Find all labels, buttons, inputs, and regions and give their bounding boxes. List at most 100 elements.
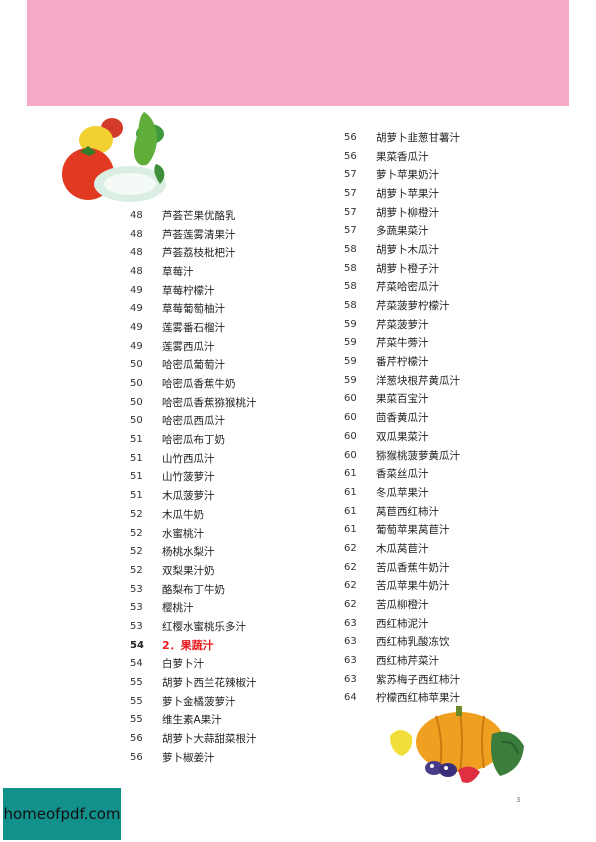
toc-entry: 57 萝卜苹果奶汁 <box>344 165 460 184</box>
toc-entry: 62 苦瓜柳橙汁 <box>344 595 460 614</box>
toc-title: 芦荟莲雾清果汁 <box>162 228 236 241</box>
toc-page-number: 54 <box>130 658 143 670</box>
toc-page-number: 61 <box>344 505 357 517</box>
toc-entry: 59 番芹柠檬汁 <box>344 352 460 371</box>
toc-page-number: 51 <box>130 471 143 483</box>
toc-page-number: 53 <box>130 583 143 595</box>
toc-page-number: 50 <box>130 396 143 408</box>
toc-title: 水蜜桃汁 <box>162 527 204 540</box>
toc-page-number: 53 <box>130 620 143 632</box>
toc-page-number: 63 <box>344 636 357 648</box>
toc-title: 胡萝卜橙子汁 <box>376 262 439 275</box>
toc-page-number: 62 <box>344 599 357 611</box>
toc-page-number: 55 <box>130 677 143 689</box>
toc-page-number: 61 <box>344 524 357 536</box>
toc-title: 红樱水蜜桃乐多汁 <box>162 620 246 633</box>
toc-page-number: 50 <box>130 359 143 371</box>
page-number: 3 <box>516 796 521 804</box>
toc-entry: 61 葡萄苹果莴苣汁 <box>344 520 460 539</box>
toc-entry: 57 胡萝卜苹果汁 <box>344 184 460 203</box>
toc-entry: 56 萝卜椒姜汁 <box>130 748 257 767</box>
toc-entry: 59 芹菜菠萝汁 <box>344 315 460 334</box>
toc-page-number: 59 <box>344 318 357 330</box>
toc-entry: 50 哈密瓜西瓜汁 <box>130 412 257 431</box>
toc-title: 洋葱块根芹黄瓜汁 <box>376 374 460 387</box>
toc-entry: 51 山竹西瓜汁 <box>130 449 257 468</box>
toc-page-number: 53 <box>130 602 143 614</box>
toc-title: 山竹西瓜汁 <box>162 452 215 465</box>
toc-page-number: 59 <box>344 374 357 386</box>
toc-right-column: 56 胡萝卜韭葱甘薯汁 56 果菜香瓜汁 57 萝卜苹果奶汁 57 胡萝卜苹果汁 57 胡萝卜柳橙… <box>344 128 460 707</box>
toc-entry: 50 哈密瓜香蕉猕猴桃汁 <box>130 393 257 412</box>
toc-page-number: 63 <box>344 655 357 667</box>
toc-title: 草莓柠檬汁 <box>162 284 215 297</box>
toc-entry: 56 胡萝卜大蒜甜菜根汁 <box>130 729 257 748</box>
toc-entry: 53 酪梨布丁牛奶 <box>130 580 257 599</box>
toc-entry: 53 红樱水蜜桃乐多汁 <box>130 617 257 636</box>
toc-entry: 48 芦荟荔枝枇杷汁 <box>130 243 257 262</box>
toc-title: 芦荟荔枝枇杷汁 <box>162 247 236 260</box>
toc-entry: 49 莲雾番石榴汁 <box>130 318 257 337</box>
toc-page-number: 56 <box>344 131 357 143</box>
toc-entry: 60 茴香黄瓜汁 <box>344 408 460 427</box>
toc-title: 芹菜哈密瓜汁 <box>376 281 439 294</box>
toc-title: 胡萝卜柳橙汁 <box>376 206 439 219</box>
toc-title: 葡萄苹果莴苣汁 <box>376 524 450 537</box>
toc-page-number: 58 <box>344 262 357 274</box>
toc-title: 木瓜牛奶 <box>162 508 204 521</box>
toc-page-number: 60 <box>344 449 357 461</box>
toc-page-number: 58 <box>344 243 357 255</box>
toc-entry: 59 洋葱块根芹黄瓜汁 <box>344 371 460 390</box>
toc-page-number: 52 <box>130 508 143 520</box>
toc-page-number: 60 <box>344 430 357 442</box>
toc-page-number: 57 <box>344 206 357 218</box>
toc-title: 山竹菠萝汁 <box>162 471 215 484</box>
toc-title: 冬瓜苹果汁 <box>376 486 429 499</box>
toc-entry: 62 苦瓜香蕉牛奶汁 <box>344 558 460 577</box>
toc-title: 胡萝卜西兰花辣椒汁 <box>162 677 257 690</box>
toc-title: 木瓜菠萝汁 <box>162 490 215 503</box>
toc-entry: 48 芦荟莲雾清果汁 <box>130 225 257 244</box>
toc-title: 木瓜莴苣汁 <box>376 542 429 555</box>
toc-page-number: 59 <box>344 356 357 368</box>
toc-page-number: 62 <box>344 580 357 592</box>
toc-title: 胡萝卜苹果汁 <box>376 187 439 200</box>
toc-entry: 51 哈密瓜布丁奶 <box>130 430 257 449</box>
toc-entry: 61 莴苣西红柿汁 <box>344 502 460 521</box>
toc-entry: 50 哈密瓜葡萄汁 <box>130 356 257 375</box>
toc-entry: 52 双梨果汁奶 <box>130 561 257 580</box>
toc-title: 哈密瓜香蕉牛奶 <box>162 378 236 391</box>
toc-title: 胡萝卜韭葱甘薯汁 <box>376 131 460 144</box>
toc-entry: 62 苦瓜苹果牛奶汁 <box>344 577 460 596</box>
toc-entry: 54 白萝卜汁 <box>130 655 257 674</box>
toc-entry: 57 多蔬果菜汁 <box>344 221 460 240</box>
toc-entry: 61 冬瓜苹果汁 <box>344 483 460 502</box>
toc-page-number: 60 <box>344 412 357 424</box>
toc-title: 酪梨布丁牛奶 <box>162 583 225 596</box>
toc-page-number: 48 <box>130 209 143 221</box>
toc-page-number: 54 <box>130 639 144 651</box>
toc-title: 芹菜菠萝柠檬汁 <box>376 300 450 313</box>
toc-entry: 58 胡萝卜木瓜汁 <box>344 240 460 259</box>
toc-entry: 61 香菜丝瓜汁 <box>344 464 460 483</box>
toc-entry: 48 芦荟芒果优酪乳 <box>130 206 257 225</box>
toc-page-number: 52 <box>130 564 143 576</box>
toc-title: 苦瓜香蕉牛奶汁 <box>376 561 450 574</box>
toc-title: 萝卜金橘菠萝汁 <box>162 695 236 708</box>
toc-page-number: 62 <box>344 561 357 573</box>
toc-page-number: 55 <box>130 714 143 726</box>
toc-entry: 58 芹菜哈密瓜汁 <box>344 278 460 297</box>
toc-entry: 56 果菜香瓜汁 <box>344 147 460 166</box>
toc-entry: 63 西红柿芹菜汁 <box>344 651 460 670</box>
toc-page-number: 52 <box>130 527 143 539</box>
toc-page-number: 61 <box>344 468 357 480</box>
toc-title: 苦瓜苹果牛奶汁 <box>376 580 450 593</box>
toc-title: 猕猴桃菠萝黄瓜汁 <box>376 449 460 462</box>
toc-page-number: 57 <box>344 187 357 199</box>
toc-entry: 60 果菜百宝汁 <box>344 390 460 409</box>
toc-entry: 51 山竹菠萝汁 <box>130 468 257 487</box>
toc-title: 西红柿泥汁 <box>376 617 429 630</box>
vegetable-illustration-bottom <box>390 706 524 783</box>
toc-entry: 58 芹菜菠萝柠檬汁 <box>344 296 460 315</box>
toc-entry: 51 木瓜菠萝汁 <box>130 486 257 505</box>
